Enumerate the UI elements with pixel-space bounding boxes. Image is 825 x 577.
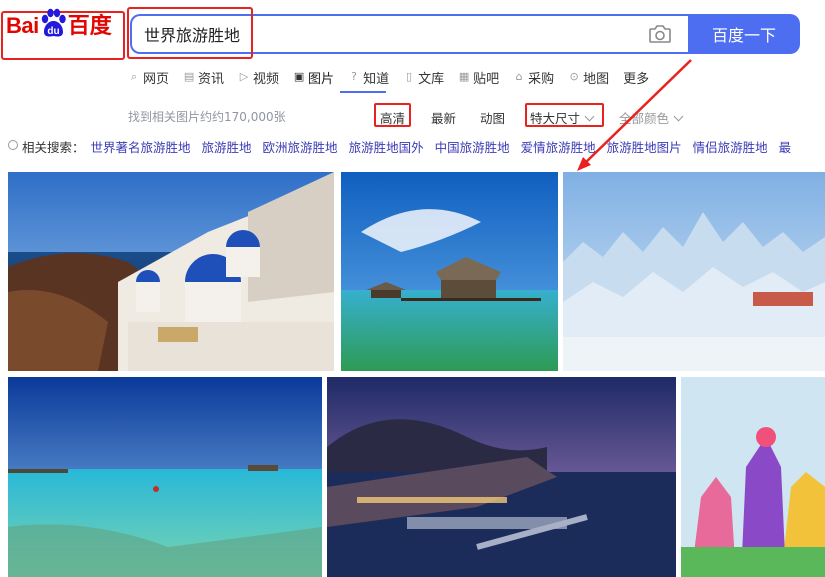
- related-query[interactable]: 旅游胜地国外: [349, 137, 424, 156]
- shop-icon: ⌂: [515, 70, 523, 83]
- camera-icon[interactable]: [648, 24, 672, 44]
- image-icon: ▣: [293, 70, 305, 83]
- tab-map[interactable]: ⊙ 地图: [568, 66, 610, 88]
- baidu-logo[interactable]: Bai du 百度: [6, 6, 112, 38]
- related-searches: 相关搜索： 世界著名旅游胜地 旅游胜地 欧洲旅游胜地 旅游胜地国外 中国旅游胜地…: [8, 137, 802, 156]
- question-icon: ?: [351, 70, 357, 83]
- related-query[interactable]: 世界著名旅游胜地: [91, 137, 191, 156]
- tab-purchase[interactable]: ⌂ 采购: [513, 66, 555, 88]
- tab-video[interactable]: ▷ 视频: [238, 66, 279, 88]
- chevron-down-icon: [673, 111, 684, 122]
- related-query[interactable]: 爱情旅游胜地: [521, 137, 596, 156]
- search-icon: ⌕: [130, 70, 138, 83]
- filter-color[interactable]: 全部颜色: [619, 108, 684, 127]
- logo-text-bai: Bai: [6, 13, 39, 38]
- tab-web[interactable]: ⌕ 网页: [128, 66, 169, 88]
- result-image-monaco[interactable]: [327, 377, 676, 577]
- logo-text-du: du: [47, 26, 59, 37]
- related-query[interactable]: 中国旅游胜地: [435, 137, 510, 156]
- search-icon: [8, 140, 18, 150]
- related-query[interactable]: 情侣旅游胜地: [693, 137, 768, 156]
- tab-zhidao[interactable]: ? 知道: [348, 66, 389, 88]
- filter-hd[interactable]: 高清: [380, 108, 405, 127]
- forum-icon: ▦: [458, 70, 470, 83]
- related-query[interactable]: 欧洲旅游胜地: [263, 137, 338, 156]
- filter-size[interactable]: 特大尺寸: [530, 108, 595, 127]
- news-icon: ▤: [183, 70, 195, 83]
- related-query[interactable]: 旅游胜地: [202, 137, 252, 156]
- search-button[interactable]: 百度一下: [688, 14, 800, 54]
- result-image-ice-festival[interactable]: [563, 172, 825, 371]
- doc-icon: ▯: [406, 70, 413, 83]
- filter-animated[interactable]: 动图: [480, 108, 505, 127]
- related-label: 相关搜索：: [22, 140, 85, 155]
- related-query[interactable]: 最: [779, 137, 792, 156]
- search-input[interactable]: 世界旅游胜地: [130, 14, 690, 54]
- search-query-text: 世界旅游胜地: [144, 26, 241, 45]
- result-image-lagoon[interactable]: [8, 377, 322, 577]
- active-tab-indicator: [340, 91, 386, 93]
- logo-text-cn: 百度: [67, 13, 112, 38]
- chevron-down-icon: [584, 111, 595, 122]
- result-count: 找到相关图片约约170,000张: [128, 110, 286, 124]
- video-icon: ▷: [239, 70, 249, 83]
- map-icon: ⊙: [569, 70, 579, 83]
- tab-tieba[interactable]: ▦ 贴吧: [458, 66, 499, 88]
- paw-icon: du: [40, 8, 67, 38]
- tab-wenku[interactable]: ▯ 文库: [403, 66, 444, 88]
- filter-latest[interactable]: 最新: [431, 108, 456, 127]
- related-query[interactable]: 旅游胜地图片: [607, 137, 682, 156]
- result-image-santorini[interactable]: [8, 172, 334, 371]
- result-image-stilt-house[interactable]: [341, 172, 558, 371]
- result-image-fairy-castle[interactable]: [681, 377, 825, 577]
- tab-images[interactable]: ▣ 图片: [293, 66, 334, 88]
- nav-tabs: ⌕ 网页 ▤ 资讯 ▷ 视频 ▣ 图片 ? 知道 ▯ 文库 ▦ 贴吧 ⌂ 采购 ⊙ 地图 更多: [128, 66, 663, 90]
- tab-more[interactable]: 更多: [623, 66, 649, 88]
- tab-news[interactable]: ▤ 资讯: [183, 66, 224, 88]
